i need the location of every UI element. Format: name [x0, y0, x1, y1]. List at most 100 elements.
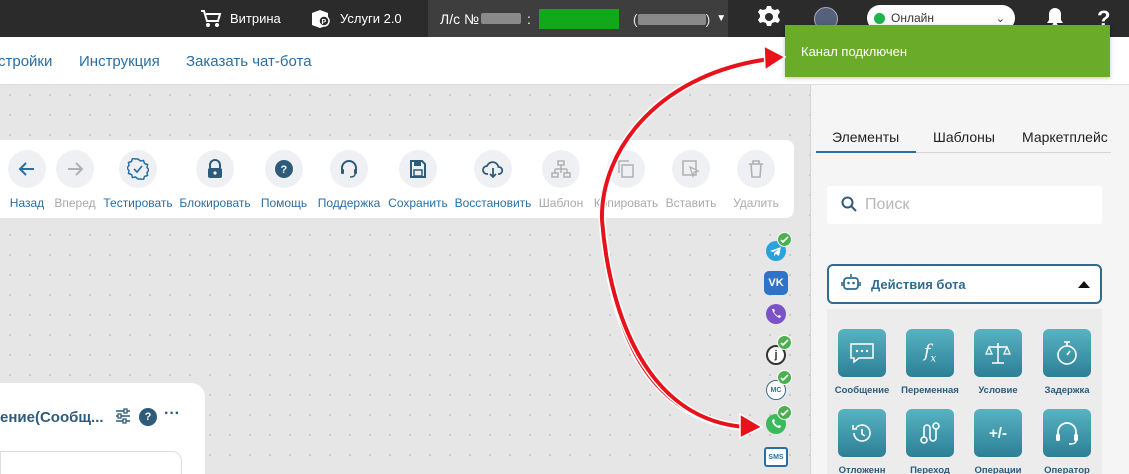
account-selector[interactable]: Л/с № : () ▼: [428, 0, 728, 37]
account-prefix: Л/с №: [440, 10, 479, 27]
cloud-download-icon: [474, 150, 512, 188]
toast-message: Канал подключен: [801, 44, 908, 59]
channel-whatsapp[interactable]: [764, 405, 792, 437]
element-operations[interactable]: +/- Операции: [963, 409, 1033, 474]
chevron-down-icon: ⌄: [995, 12, 1005, 25]
channel-jivo[interactable]: j: [764, 335, 792, 367]
elements-grid: Сообщение fx Переменная Условие Задержка…: [827, 309, 1102, 474]
channel-viber[interactable]: [764, 303, 788, 327]
search-input[interactable]: [865, 196, 1065, 214]
channel-mc[interactable]: MC: [764, 370, 792, 402]
node-help-icon[interactable]: ?: [139, 408, 157, 426]
element-transition[interactable]: Переход: [895, 409, 965, 474]
more-dots-icon[interactable]: ···: [164, 405, 180, 423]
element-delay[interactable]: Задержка: [1032, 329, 1102, 396]
storefront-label: Витрина: [230, 11, 281, 26]
nav-order-bot[interactable]: Заказать чат-бота: [186, 53, 312, 70]
cart-icon: [200, 8, 222, 30]
message-node-card[interactable]: ение(Сообщ... ? ···: [0, 383, 205, 474]
element-label: Отложенн: [838, 465, 886, 474]
account-colon: :: [527, 10, 531, 27]
account-name-wrapper: (): [633, 11, 710, 27]
nav-settings[interactable]: стройки: [0, 53, 52, 70]
element-search[interactable]: [827, 186, 1102, 224]
search-icon: [841, 196, 857, 215]
status-label: Онлайн: [891, 11, 934, 25]
element-label: Операции: [974, 465, 1022, 474]
viber-icon: [765, 303, 787, 328]
channel-vk[interactable]: VK: [764, 271, 788, 295]
paren-close: ): [705, 10, 711, 27]
function-fx-icon: fx: [906, 329, 954, 377]
settings-button[interactable]: [757, 0, 781, 37]
account-number-redacted: [481, 13, 521, 24]
nav-instruction[interactable]: Инструкция: [79, 53, 160, 70]
element-label: Переменная: [901, 385, 959, 396]
robot-icon: [841, 273, 861, 296]
chat-bubble-icon: [838, 329, 886, 377]
plus-minus-icon: +/-: [974, 409, 1022, 457]
gear-icon: [757, 5, 781, 32]
sliders-icon[interactable]: [115, 408, 131, 427]
services-label: Услуги 2.0: [340, 11, 402, 26]
services-link[interactable]: P Услуги 2.0: [310, 0, 402, 37]
element-deferred[interactable]: Отложенн: [827, 409, 897, 474]
active-tab-indicator: [816, 151, 916, 153]
element-label: Оператор: [1044, 465, 1090, 474]
headset-icon: [330, 150, 368, 188]
svg-text:P: P: [322, 19, 327, 26]
connected-check-icon: [777, 232, 792, 247]
support-button[interactable]: Поддержка: [309, 150, 389, 210]
element-variable[interactable]: fx Переменная: [895, 329, 965, 396]
route-icon: [906, 409, 954, 457]
delete-label: Удалить: [733, 196, 779, 210]
delete-button[interactable]: Удалить: [716, 150, 796, 210]
test-label: Тестировать: [103, 196, 173, 210]
paste-pointer-icon: [672, 150, 710, 188]
headset-icon: [1043, 409, 1091, 457]
paren-open: (: [632, 10, 638, 27]
connected-check-icon: [777, 405, 792, 420]
lock-button[interactable]: Блокировать: [175, 150, 255, 210]
test-button[interactable]: Тестировать: [98, 150, 178, 210]
save-label: Сохранить: [388, 196, 448, 210]
arrow-right-icon: [56, 150, 94, 188]
element-operator[interactable]: Оператор: [1032, 409, 1102, 474]
support-label: Поддержка: [317, 196, 381, 210]
channel-sms[interactable]: SMS: [764, 445, 788, 469]
storefront-link[interactable]: Витрина: [200, 0, 281, 37]
question-circle-icon: ?: [265, 150, 303, 188]
tab-templates[interactable]: Шаблоны: [933, 129, 995, 145]
node-content-box[interactable]: [0, 451, 182, 474]
balance-redacted: [538, 8, 619, 29]
element-label: Задержка: [1044, 385, 1090, 396]
bot-actions-section-header[interactable]: Действия бота: [827, 264, 1102, 304]
floppy-icon: [399, 150, 437, 188]
channel-telegram[interactable]: [764, 232, 792, 264]
tab-elements[interactable]: Элементы: [832, 129, 899, 145]
svg-text:?: ?: [281, 164, 288, 176]
collapse-triangle-icon[interactable]: [1078, 280, 1090, 288]
right-panel: Элементы Шаблоны Маркетплейс Действия бо…: [810, 85, 1129, 474]
toast-notification: Канал подключен: [785, 25, 1110, 77]
account-name-redacted: [637, 14, 706, 26]
element-label: Сообщение: [834, 385, 890, 396]
tab-marketplace[interactable]: Маркетплейс: [1022, 129, 1108, 145]
node-title: ение(Сообщ...: [0, 409, 104, 426]
panel-tabs: Элементы Шаблоны Маркетплейс: [811, 85, 1129, 153]
element-label: Условие: [978, 385, 1018, 396]
lock-icon: [196, 150, 234, 188]
save-button[interactable]: Сохранить: [378, 150, 458, 210]
badge-check-icon: [119, 150, 157, 188]
stopwatch-icon: [1043, 329, 1091, 377]
copy-icon: [607, 150, 645, 188]
connected-check-icon: [777, 335, 792, 350]
sms-channel-icon: SMS: [764, 447, 788, 467]
online-dot-icon: [874, 12, 885, 24]
element-message[interactable]: Сообщение: [827, 329, 897, 396]
element-condition[interactable]: Условие: [963, 329, 1033, 396]
scales-icon: [974, 329, 1022, 377]
history-clock-icon: [838, 409, 886, 457]
vk-icon: VK: [768, 277, 784, 289]
trash-icon: [737, 150, 775, 188]
